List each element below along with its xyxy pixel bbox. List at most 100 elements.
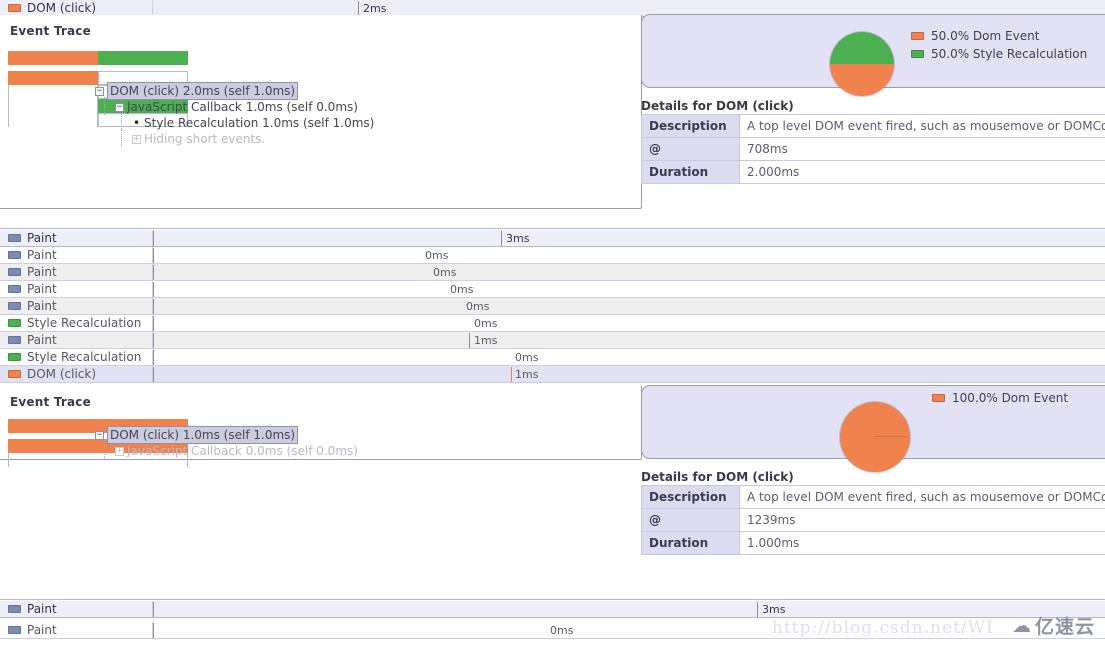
details-key: @: [641, 508, 740, 532]
event-trace-heading: Event Trace: [10, 24, 91, 38]
track-start-tick: [153, 299, 154, 314]
row-track[interactable]: 1ms: [153, 332, 1105, 348]
row-label-text: Paint: [27, 602, 57, 616]
tree-node-label: DOM (click) 1.0ms (self 1.0ms): [107, 426, 299, 444]
time-tick: [469, 333, 470, 348]
time-tick: [757, 602, 758, 617]
track-start-tick: [153, 265, 154, 280]
legend-item: 100.0% Dom Event: [932, 389, 1068, 407]
row-label-text: Paint: [27, 299, 57, 313]
row-time-label: 0ms: [433, 266, 457, 279]
pie-slice-divider: [875, 436, 906, 437]
collapse-minus-icon[interactable]: −: [115, 102, 124, 112]
track-start-tick: [153, 282, 154, 297]
pie-chart-2: [840, 402, 910, 472]
expand-plus-icon[interactable]: +: [132, 134, 141, 144]
row-label: DOM (click): [0, 0, 153, 16]
row-label-text: Paint: [27, 333, 57, 347]
row-label: Paint: [0, 298, 153, 314]
row-label-text: DOM (click): [27, 1, 97, 15]
tree-node-label: Hiding short events.: [144, 132, 266, 146]
row-time-label: 2ms: [363, 2, 387, 15]
timeline-row[interactable]: Paint 0ms: [0, 264, 1105, 281]
watermark-logo: ☁ 亿速云: [1012, 612, 1095, 639]
tree-node-label: JavaScript Callback 0.0ms (self 0.0ms): [127, 444, 358, 458]
row-track[interactable]: 1ms: [153, 366, 1105, 382]
row-track[interactable]: 0ms: [153, 247, 1105, 263]
row-track[interactable]: 0ms: [153, 281, 1105, 297]
tree-node-javascript-callback[interactable]: + JavaScript Callback 0.0ms (self 0.0ms): [104, 441, 358, 459]
row-label-text: Paint: [27, 282, 57, 296]
bar-segment-blank: [8, 99, 98, 113]
details-row-duration: Duration 1.000ms: [641, 531, 1105, 555]
tree-node-javascript-callback[interactable]: − JavaScript Callback 1.0ms (self 0.0ms): [104, 97, 374, 115]
track-start-tick: [153, 367, 154, 382]
details-table-2: Description A top level DOM event fired,…: [641, 485, 1105, 555]
tree-node-hiding-short-events[interactable]: + Hiding short events.: [121, 129, 374, 147]
timeline-row[interactable]: Paint 0ms: [0, 298, 1105, 315]
timeline-row[interactable]: Paint 0ms: [0, 247, 1105, 264]
time-tick: [358, 1, 359, 16]
timeline-row[interactable]: Paint 3ms: [0, 601, 1105, 618]
tree-node-dom-click[interactable]: − DOM (click) 2.0ms (self 1.0ms): [95, 82, 374, 100]
row-track[interactable]: 3ms: [153, 230, 1105, 246]
track-start-tick: [153, 602, 154, 617]
style-recalculation-swatch-icon: [911, 50, 924, 58]
track-start-tick: [153, 623, 154, 638]
timeline-row[interactable]: Style Recalculation 0ms: [0, 315, 1105, 332]
timeline-row[interactable]: Paint 3ms: [0, 230, 1105, 247]
row-time-label: 0ms: [425, 249, 449, 262]
details-key: Description: [641, 485, 740, 509]
event-trace-heading: Event Trace: [10, 395, 91, 409]
tree-node-dom-click[interactable]: − DOM (click) 1.0ms (self 1.0ms): [95, 426, 358, 444]
bar-segment-blank: [8, 85, 98, 99]
tree-guide-line: [104, 97, 106, 115]
legend-item: 50.0% Style Recalculation: [911, 45, 1087, 63]
details-key: Duration: [641, 160, 740, 184]
legend-label: 50.0% Dom Event: [931, 29, 1040, 43]
event-trace-area-1: Event Trace − DOM (click) 2.0ms (self 1.…: [0, 15, 642, 209]
paint-swatch-icon: [8, 626, 21, 634]
row-track[interactable]: 3ms: [153, 601, 1105, 617]
timeline-row[interactable]: Style Recalculation 0ms: [0, 349, 1105, 366]
event-trace-tree-1: − DOM (click) 2.0ms (self 1.0ms) − JavaS…: [95, 82, 374, 147]
details-key: @: [641, 137, 740, 161]
track-start-tick: [153, 231, 154, 246]
track-start-tick: [153, 316, 154, 331]
dom-event-swatch-icon: [911, 32, 924, 40]
timeline-row[interactable]: DOM (click) 1ms: [0, 366, 1105, 383]
collapse-minus-icon[interactable]: −: [95, 86, 104, 96]
details-value: 2.000ms: [739, 160, 1105, 184]
row-time-label: 0ms: [550, 624, 574, 637]
details-table-1: Description A top level DOM event fired,…: [641, 114, 1105, 184]
details-row-at: @ 1239ms: [641, 508, 1105, 532]
row-label-text: Paint: [27, 231, 57, 245]
details-value: A top level DOM event fired, such as mou…: [739, 114, 1105, 138]
details-row-description: Description A top level DOM event fired,…: [641, 114, 1105, 138]
details-key: Description: [641, 114, 740, 138]
row-track[interactable]: 0ms: [153, 349, 1105, 365]
event-trace-area-2: Event Trace − DOM (click) 1.0ms (self 1.…: [0, 386, 642, 467]
expand-plus-icon[interactable]: +: [115, 446, 124, 456]
timeline-row[interactable]: Paint 0ms: [0, 281, 1105, 298]
row-track[interactable]: 0ms: [153, 264, 1105, 280]
style-recalculation-swatch-icon: [8, 319, 21, 327]
paint-swatch-icon: [8, 285, 21, 293]
collapse-minus-icon[interactable]: −: [95, 430, 104, 440]
tree-guide-line: [121, 129, 123, 147]
paint-swatch-icon: [8, 302, 21, 310]
row-label-text: Style Recalculation: [27, 316, 142, 330]
tree-node-style-recalculation[interactable]: • Style Recalculation 1.0ms (self 1.0ms): [121, 113, 374, 131]
section-divider: [0, 599, 1105, 600]
details-value: 1.000ms: [739, 531, 1105, 555]
event-trace-tree-2: − DOM (click) 1.0ms (self 1.0ms) + JavaS…: [95, 426, 358, 459]
row-track[interactable]: 0ms: [153, 298, 1105, 314]
details-row-duration: Duration 2.000ms: [641, 160, 1105, 184]
timeline-row[interactable]: Paint 1ms: [0, 332, 1105, 349]
row-time-label: 0ms: [515, 351, 539, 364]
row-track[interactable]: 0ms: [153, 315, 1105, 331]
row-label: DOM (click): [0, 366, 153, 382]
row-label: Paint: [0, 281, 153, 297]
row-label: Paint: [0, 332, 153, 348]
dom-event-swatch-icon: [8, 370, 21, 378]
